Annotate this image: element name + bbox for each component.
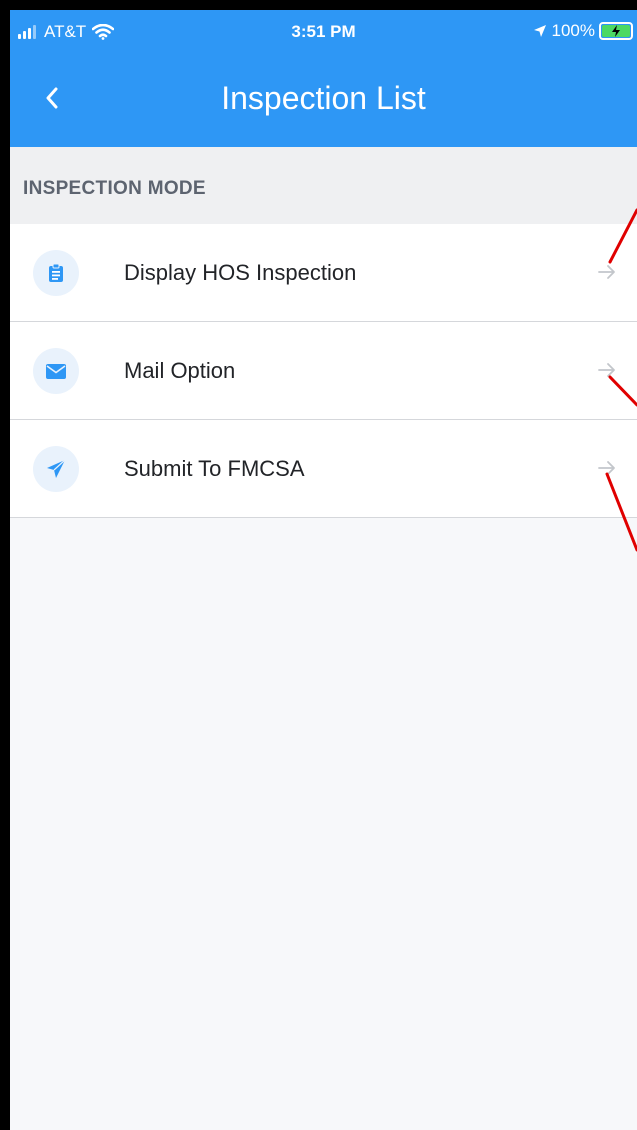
section-title: INSPECTION MODE bbox=[23, 178, 206, 199]
envelope-icon bbox=[33, 348, 79, 394]
app-header: AT&T 3:51 PM 100% Inspection List bbox=[10, 10, 637, 147]
battery-icon bbox=[599, 22, 633, 40]
list-item-label: Display HOS Inspection bbox=[124, 260, 357, 285]
location-arrow-icon bbox=[533, 25, 546, 37]
arrow-right-icon bbox=[598, 265, 615, 279]
navigation-bar: Inspection List bbox=[10, 68, 637, 128]
list-item-label: Submit To FMCSA bbox=[124, 456, 305, 481]
status-bar: AT&T 3:51 PM 100% bbox=[10, 10, 637, 50]
list-item-submit-to-fmcsa[interactable]: Submit To FMCSA bbox=[10, 420, 637, 518]
paper-plane-icon bbox=[33, 446, 79, 492]
page-title: Inspection List bbox=[221, 80, 426, 116]
phone-screen: AT&T 3:51 PM 100% Inspection List INSPEC… bbox=[10, 10, 637, 1130]
clipboard-icon bbox=[33, 250, 79, 296]
list-item-display-hos-inspection[interactable]: Display HOS Inspection bbox=[10, 224, 637, 322]
battery-percent: 100% bbox=[551, 21, 595, 40]
list-item-label: Mail Option bbox=[124, 358, 236, 383]
status-right: 100% bbox=[533, 21, 633, 41]
inspection-options-list: Display HOS Inspection Mail Option Submi… bbox=[10, 224, 637, 518]
list-item-mail-option[interactable]: Mail Option bbox=[10, 322, 637, 420]
arrow-right-icon bbox=[598, 363, 615, 377]
arrow-right-icon bbox=[598, 461, 615, 475]
section-header: INSPECTION MODE bbox=[10, 147, 637, 224]
